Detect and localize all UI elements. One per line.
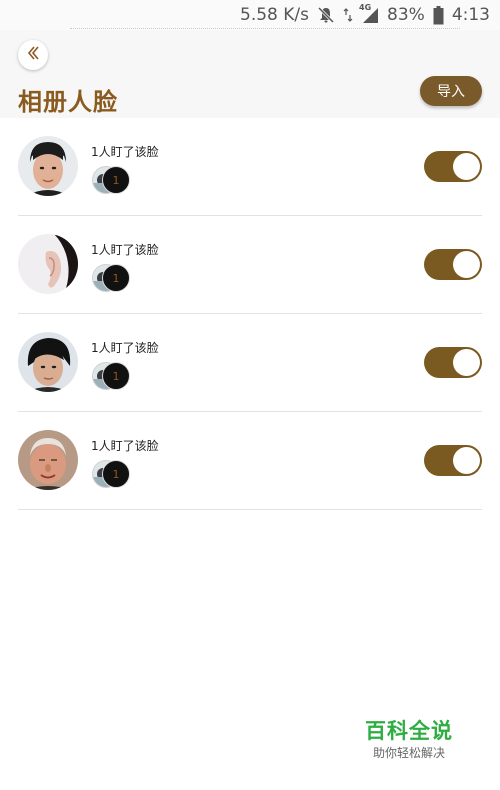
watcher-count: 1: [102, 460, 130, 488]
watermark-title: 百科全说: [365, 719, 453, 743]
page-title: 相册人脸: [18, 88, 118, 116]
battery-icon: [433, 5, 444, 25]
watcher-count: 1: [102, 362, 130, 390]
watcher-badges[interactable]: 1: [92, 264, 132, 292]
network-type: 4G: [359, 3, 372, 12]
face-avatar[interactable]: [18, 332, 78, 392]
network-speed: 5.58 K/s: [240, 5, 310, 25]
face-list: 1人盯了该脸 1 1人盯了该脸 1 1人盯了该脸 1 1人盯了该脸 1: [0, 118, 500, 510]
watcher-count: 1: [102, 166, 130, 194]
face-avatar[interactable]: [18, 430, 78, 490]
watcher-count: 1: [102, 264, 130, 292]
status-right: 5.58 K/s 4G 83% 4:13: [240, 3, 490, 26]
signal-icon: 4G: [359, 3, 379, 24]
toggle-knob: [453, 153, 480, 180]
face-avatar[interactable]: [18, 136, 78, 196]
toggle-knob: [453, 251, 480, 278]
face-label: 1人盯了该脸: [91, 243, 159, 257]
watcher-badges[interactable]: 1: [92, 460, 132, 488]
face-toggle[interactable]: [424, 151, 482, 182]
import-button[interactable]: 导入: [420, 76, 482, 106]
status-divider: [70, 28, 460, 29]
face-row: 1人盯了该脸 1: [18, 216, 482, 314]
face-row: 1人盯了该脸 1: [18, 118, 482, 216]
back-button[interactable]: [18, 40, 48, 70]
watermark-subtitle: 助你轻松解决: [373, 746, 446, 760]
clock: 4:13: [451, 5, 490, 25]
face-row: 1人盯了该脸 1: [18, 412, 482, 510]
face-label: 1人盯了该脸: [91, 439, 159, 453]
face-toggle[interactable]: [424, 249, 482, 280]
face-avatar[interactable]: [18, 234, 78, 294]
face-label: 1人盯了该脸: [91, 341, 159, 355]
battery-percent: 83%: [387, 5, 425, 25]
face-toggle[interactable]: [424, 445, 482, 476]
header: 相册人脸 导入: [0, 30, 500, 118]
face-row: 1人盯了该脸 1: [18, 314, 482, 412]
face-label: 1人盯了该脸: [91, 145, 159, 159]
watcher-badges[interactable]: 1: [92, 166, 132, 194]
data-arrows-icon: [343, 6, 353, 24]
chevron-left-icon: [26, 45, 40, 65]
status-bar: 5.58 K/s 4G 83% 4:13: [0, 0, 500, 30]
toggle-knob: [453, 349, 480, 376]
face-toggle[interactable]: [424, 347, 482, 378]
toggle-knob: [453, 447, 480, 474]
watcher-badges[interactable]: 1: [92, 362, 132, 390]
mute-bell-icon: [317, 6, 335, 24]
